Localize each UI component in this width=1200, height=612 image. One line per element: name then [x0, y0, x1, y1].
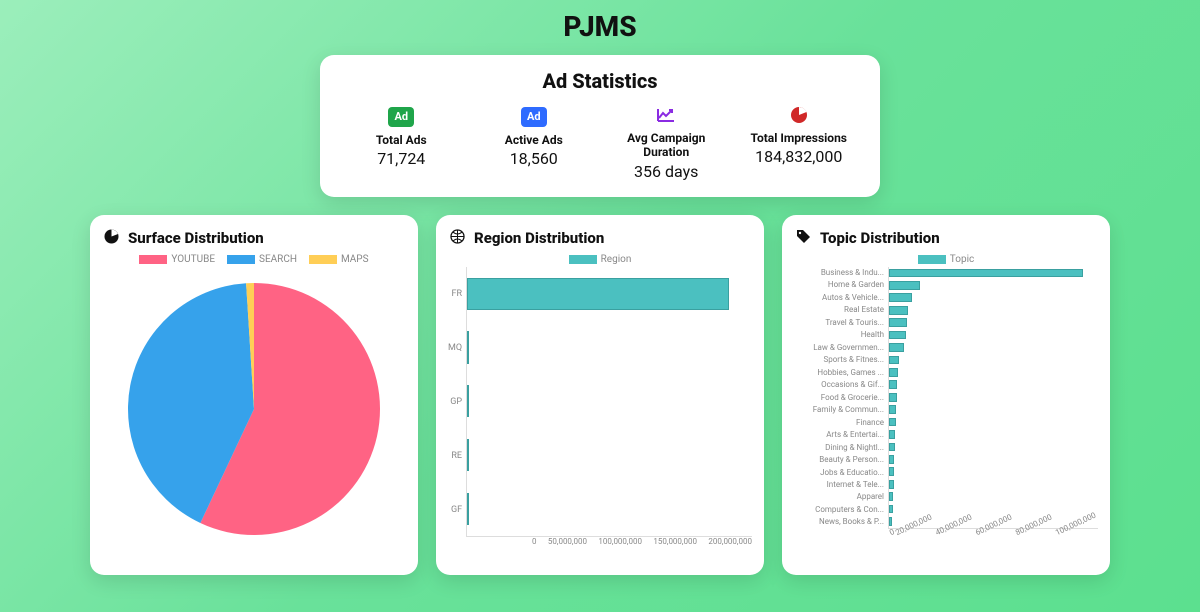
y-tick-label: Hobbies, Games ... — [794, 367, 884, 379]
chart-title: Topic Distribution — [820, 229, 940, 247]
stat-value: 184,832,000 — [738, 147, 861, 166]
bar — [889, 405, 896, 414]
region-x-axis: 0 50,000,000 100,000,000 150,000,000 200,000… — [448, 537, 752, 546]
y-tick-label: Sports & Fitnes... — [794, 354, 884, 366]
y-tick-label: GF — [448, 483, 462, 537]
bar — [889, 293, 912, 302]
x-tick-label: 100,000,000 — [598, 537, 642, 546]
bar — [467, 331, 469, 363]
y-tick-label: Internet & Tele... — [794, 479, 884, 491]
y-tick-label: Food & Grocerie... — [794, 391, 884, 403]
y-tick-label: Jobs & Educatio... — [794, 466, 884, 478]
x-tick-label: 150,000,000 — [653, 537, 697, 546]
bar — [889, 368, 898, 377]
globe-icon — [448, 229, 466, 248]
y-tick-label: Occasions & Gif... — [794, 379, 884, 391]
bar — [889, 492, 893, 501]
stat-avg-duration: Avg Campaign Duration 356 days — [605, 105, 728, 181]
y-tick-label: Business & Indu... — [794, 267, 884, 279]
topic-bar-chart: Business & Indu...Home & GardenAutos & V… — [794, 267, 1098, 529]
bar — [467, 439, 469, 471]
topic-x-axis: 020,000,00040,000,00060,000,00080,000,00… — [794, 529, 1098, 538]
stat-impressions: Total Impressions 184,832,000 — [738, 105, 861, 166]
stat-value: 18,560 — [473, 149, 596, 168]
bar — [889, 393, 897, 402]
y-tick-label: Law & Governmen... — [794, 342, 884, 354]
y-tick-label: Dining & Nightl... — [794, 441, 884, 453]
y-tick-label: RE — [448, 429, 462, 483]
y-tick-label: GP — [448, 375, 462, 429]
bar — [467, 385, 469, 417]
x-tick-label: 50,000,000 — [548, 537, 587, 546]
page-title: PJMS — [0, 10, 1200, 43]
y-tick-label: Autos & Vehicle... — [794, 292, 884, 304]
y-tick-label: Family & Commun... — [794, 404, 884, 416]
bar — [889, 281, 920, 290]
y-tick-label: Beauty & Person... — [794, 454, 884, 466]
stats-card: Ad Statistics Ad Total Ads 71,724 Ad Act… — [320, 55, 880, 197]
bar — [889, 356, 899, 365]
y-tick-label: Travel & Touris... — [794, 317, 884, 329]
surface-pie-chart — [124, 279, 384, 539]
y-tick-label: News, Books & P... — [794, 516, 884, 528]
bar — [889, 418, 896, 427]
stats-title: Ad Statistics — [340, 69, 860, 93]
bar-legend: Topic — [794, 254, 1098, 265]
trend-icon — [653, 105, 679, 125]
stat-total-ads: Ad Total Ads 71,724 — [340, 105, 463, 168]
bar — [889, 443, 895, 452]
y-tick-label: Health — [794, 329, 884, 341]
y-tick-label: Apparel — [794, 491, 884, 503]
x-tick-label: 200,000,000 — [708, 537, 752, 546]
y-tick-label: Home & Garden — [794, 279, 884, 291]
bar — [889, 306, 908, 315]
tag-icon — [794, 229, 812, 248]
y-tick-label: Arts & Entertai... — [794, 429, 884, 441]
bar — [889, 467, 894, 476]
y-tick-label: MQ — [448, 321, 462, 375]
y-tick-label: Real Estate — [794, 304, 884, 316]
bar — [889, 343, 904, 352]
bar — [889, 430, 895, 439]
bar — [467, 278, 729, 310]
stat-label: Total Ads — [340, 133, 463, 147]
pie-chart-icon — [102, 229, 120, 248]
y-tick-label: FR — [448, 267, 462, 321]
stat-label: Active Ads — [473, 133, 596, 147]
stat-label: Avg Campaign Duration — [605, 131, 728, 160]
bar-legend: Region — [448, 254, 752, 265]
ad-blue-icon: Ad — [521, 107, 547, 127]
region-bar-chart: FRMQGPREGF — [448, 267, 752, 537]
topic-card: Topic Distribution Topic Business & Indu… — [782, 215, 1110, 575]
bar — [889, 505, 893, 514]
bar — [467, 493, 469, 525]
y-tick-label: Finance — [794, 416, 884, 428]
pie-icon — [786, 105, 812, 125]
bar — [889, 455, 894, 464]
pie-legend: YOUTUBE SEARCH MAPS — [102, 254, 406, 265]
region-card: Region Distribution Region FRMQGPREGF 0 5… — [436, 215, 764, 575]
stat-active-ads: Ad Active Ads 18,560 — [473, 105, 596, 168]
x-tick-label: 0 — [532, 537, 537, 546]
chart-title: Region Distribution — [474, 229, 604, 247]
stat-value: 356 days — [605, 162, 728, 181]
bar — [889, 269, 1083, 278]
y-tick-label: Computers & Con... — [794, 504, 884, 516]
bar — [889, 480, 894, 489]
bar — [889, 517, 892, 526]
surface-card: Surface Distribution YOUTUBE SEARCH MAPS — [90, 215, 418, 575]
stat-label: Total Impressions — [738, 131, 861, 145]
bar — [889, 318, 907, 327]
ad-green-icon: Ad — [388, 107, 414, 127]
bar — [889, 380, 897, 389]
stat-value: 71,724 — [340, 149, 463, 168]
chart-title: Surface Distribution — [128, 229, 264, 247]
bar — [889, 331, 906, 340]
